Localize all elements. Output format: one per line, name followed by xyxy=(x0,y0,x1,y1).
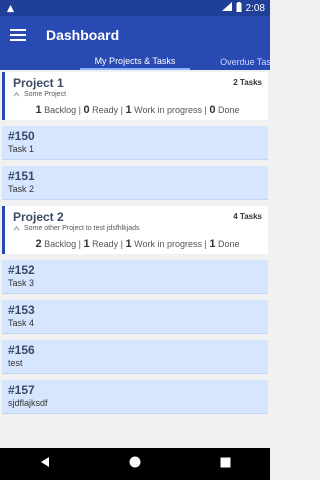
home-icon[interactable] xyxy=(129,455,141,473)
task-item[interactable]: #156 test xyxy=(2,340,268,374)
task-title: Task 3 xyxy=(8,278,35,288)
signal-icon xyxy=(221,2,232,14)
task-title: Task 4 xyxy=(8,318,35,328)
back-icon[interactable] xyxy=(39,455,51,473)
task-item[interactable]: #151 Task 2 xyxy=(2,166,268,200)
project-card[interactable]: Project 1 2 Tasks Some Project 1 Backlog… xyxy=(2,72,268,120)
wip-label: Work in progress xyxy=(134,105,202,115)
project-name: Project 1 xyxy=(13,76,64,90)
backlog-label: Backlog xyxy=(44,239,77,249)
done-label: Done xyxy=(217,239,240,249)
app-notification-icon xyxy=(5,3,15,13)
app-bar: Dashboard xyxy=(0,16,270,54)
status-bar: 2:08 xyxy=(0,0,270,16)
backlog-count: 2 xyxy=(35,238,42,250)
project-stats: 1 Backlog | 0 Ready | 1 Work in progress… xyxy=(35,104,240,116)
ready-count: 0 xyxy=(83,104,90,116)
wip-label: Work in progress xyxy=(134,239,202,249)
status-icons: 2:08 xyxy=(221,1,265,15)
chevron-up-icon[interactable] xyxy=(13,225,20,232)
done-count: 0 xyxy=(209,104,216,116)
task-id: #150 xyxy=(8,129,35,143)
task-item[interactable]: #150 Task 1 xyxy=(2,126,268,160)
task-title: test xyxy=(8,358,23,368)
project-name: Project 2 xyxy=(13,210,64,224)
ready-label: Ready xyxy=(92,105,119,115)
page-title: Dashboard xyxy=(46,27,120,43)
task-id: #151 xyxy=(8,169,35,183)
done-label: Done xyxy=(217,105,240,115)
battery-icon xyxy=(236,1,242,15)
task-title: sjdflajksdf xyxy=(8,398,48,408)
backlog-count: 1 xyxy=(35,104,42,116)
task-count-badge: 4 Tasks xyxy=(233,212,262,221)
system-nav-bar xyxy=(0,448,270,480)
tab-my-projects[interactable]: My Projects & Tasks xyxy=(80,54,190,70)
backlog-label: Backlog xyxy=(44,105,77,115)
menu-icon[interactable] xyxy=(10,29,26,41)
done-count: 1 xyxy=(209,238,216,250)
recents-icon[interactable] xyxy=(220,455,231,473)
task-id: #153 xyxy=(8,303,35,317)
project-stats: 2 Backlog | 1 Ready | 1 Work in progress… xyxy=(35,238,240,250)
projects-list: Project 1 2 Tasks Some Project 1 Backlog… xyxy=(0,70,270,448)
project-description: Some Project xyxy=(24,91,67,98)
wip-count: 1 xyxy=(125,104,132,116)
wip-count: 1 xyxy=(125,238,132,250)
project-description: Some other Project to test jdsfhlkjads xyxy=(24,225,140,232)
task-title: Task 2 xyxy=(8,184,35,194)
task-title: Task 1 xyxy=(8,144,35,154)
chevron-up-icon[interactable] xyxy=(13,91,20,98)
tab-overdue-tasks[interactable]: Overdue Tasks xyxy=(210,54,270,70)
ready-count: 1 xyxy=(83,238,90,250)
project-card[interactable]: Project 2 4 Tasks Some other Project to … xyxy=(2,206,268,254)
task-id: #152 xyxy=(8,263,35,277)
status-time: 2:08 xyxy=(245,2,265,14)
task-id: #156 xyxy=(8,343,35,357)
ready-label: Ready xyxy=(92,239,119,249)
task-item[interactable]: #157 sjdflajksdf xyxy=(2,380,268,414)
task-id: #157 xyxy=(8,383,35,397)
task-item[interactable]: #152 Task 3 xyxy=(2,260,268,294)
task-item[interactable]: #153 Task 4 xyxy=(2,300,268,334)
tab-bar: My Projects & Tasks Overdue Tasks xyxy=(0,54,270,70)
task-count-badge: 2 Tasks xyxy=(233,78,262,87)
